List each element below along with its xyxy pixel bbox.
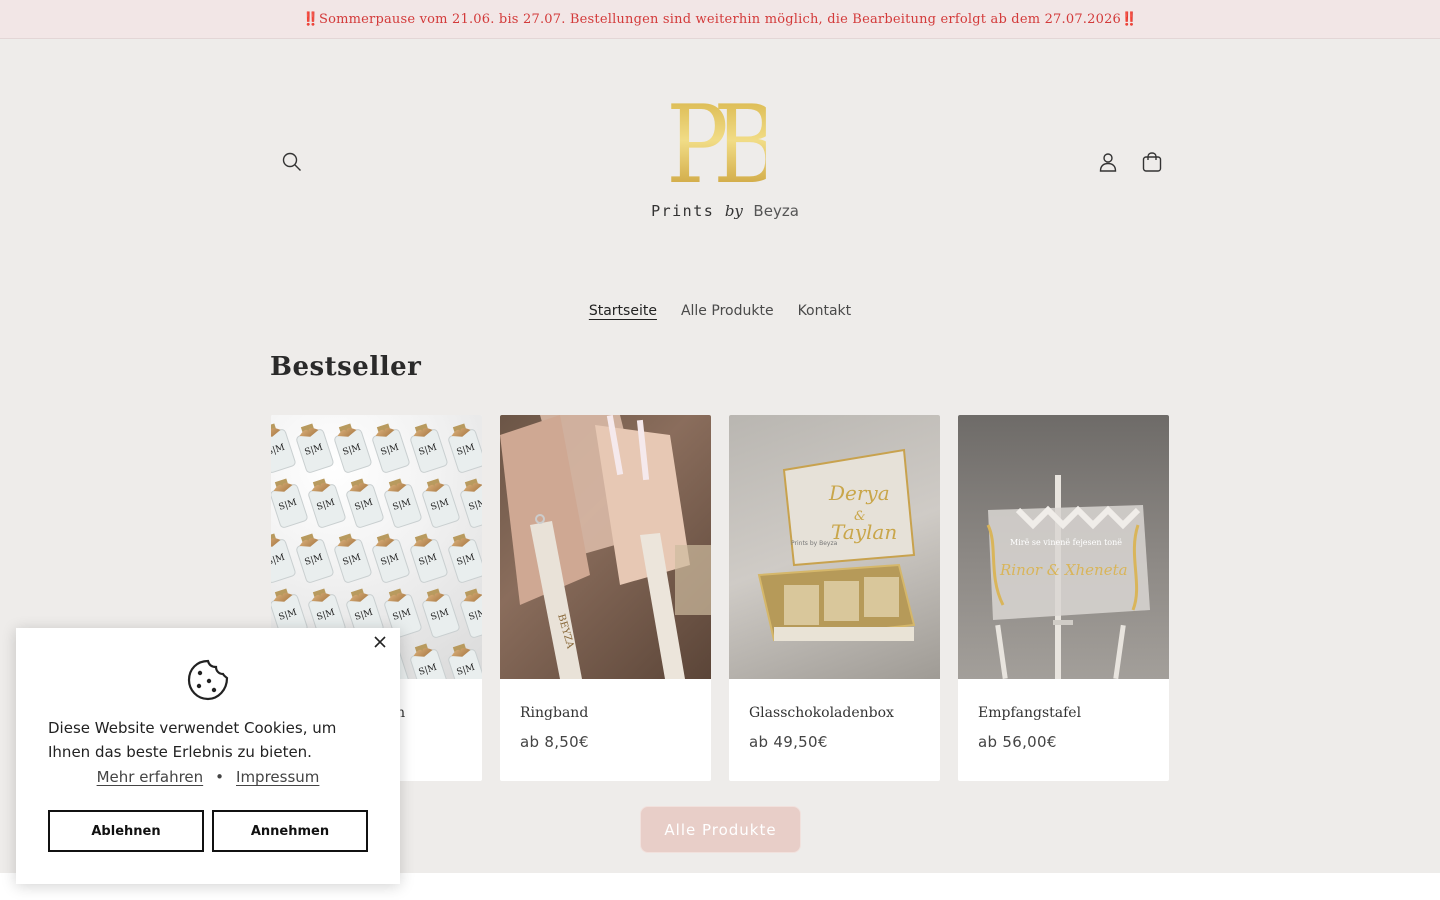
product-price: ab 49,50€ xyxy=(749,733,828,751)
main-nav: Startseite Alle Produkte Kontakt xyxy=(0,303,1440,319)
cart-icon[interactable] xyxy=(1138,148,1166,176)
product-card[interactable]: Derya & Taylan Prints by Beyza Glasschok… xyxy=(729,415,940,781)
bottle-shape: S|M xyxy=(410,533,448,583)
bottle-shape: S|M xyxy=(460,588,482,638)
account-icon[interactable] xyxy=(1094,148,1122,176)
decline-button[interactable]: Ablehnen xyxy=(48,810,204,852)
product-card[interactable]: BEYZA Ringband ab 8,50€ xyxy=(500,415,711,781)
learn-more-link[interactable]: Mehr erfahren xyxy=(97,768,204,786)
cookie-message: Diese Website verwendet Cookies, um Ihne… xyxy=(48,719,337,761)
bottle-shape: S|M xyxy=(410,643,448,679)
box-name-2: Taylan xyxy=(831,520,897,544)
logo-mark: PB xyxy=(666,83,781,208)
bottle-shape: S|M xyxy=(372,423,410,473)
announcement-bar: ‼️ Sommerpause vom 21.06. bis 27.07. Bes… xyxy=(0,0,1440,39)
accept-button[interactable]: Annehmen xyxy=(212,810,368,852)
bottle-shape: S|M xyxy=(384,478,422,528)
bottle-shape: S|M xyxy=(271,533,296,583)
product-image: Mirë se vinenë fejesen tonë Rinor & Xhen… xyxy=(958,415,1169,679)
product-title: Glasschokoladenbox xyxy=(749,705,894,721)
bottle-shape: S|M xyxy=(334,533,372,583)
link-separator: • xyxy=(215,768,225,786)
bottle-shape: S|M xyxy=(422,478,460,528)
announcement-mark-left: ‼️ xyxy=(302,11,319,27)
tafel-names: Rinor & Xheneta xyxy=(999,561,1128,579)
bottle-shape: S|M xyxy=(448,643,482,679)
tafel-line-1: Mirë se vinenë fejesen tonë xyxy=(1010,538,1122,547)
bottle-shape: S|M xyxy=(346,478,384,528)
product-grid: S|M S|M S|M S|M S|M S|M S|M S|M S|M S|M S|M S|M S|M S… xyxy=(271,415,1169,781)
bottle-shape: S|M xyxy=(271,478,308,528)
announcement-text: Sommerpause vom 21.06. bis 27.07. Bestel… xyxy=(318,11,1122,27)
nav-item-alle-produkte[interactable]: Alle Produkte xyxy=(681,303,774,319)
nav-item-startseite[interactable]: Startseite xyxy=(589,303,657,319)
product-title: Ringband xyxy=(520,705,589,721)
bottle-shape: S|M xyxy=(296,423,334,473)
bottle-shape: S|M xyxy=(448,533,482,583)
box-name-1: Derya xyxy=(828,481,890,505)
box-small-label: Prints by Beyza xyxy=(791,540,838,547)
cookie-banner: Diese Website verwendet Cookies, um Ihne… xyxy=(16,628,400,884)
close-icon[interactable] xyxy=(372,634,388,650)
bottle-shape: S|M xyxy=(372,533,410,583)
bottle-shape: S|M xyxy=(460,478,482,528)
bottle-shape: S|M xyxy=(308,478,346,528)
product-image: BEYZA xyxy=(500,415,711,679)
product-price: ab 8,50€ xyxy=(520,733,589,751)
store-logo[interactable]: PB Prints by Beyza xyxy=(640,92,810,232)
product-price: ab 56,00€ xyxy=(978,733,1057,751)
cookie-icon xyxy=(187,659,229,701)
bottle-shape: S|M xyxy=(271,423,296,473)
bottle-shape: S|M xyxy=(422,588,460,638)
product-image: Derya & Taylan Prints by Beyza xyxy=(729,415,940,679)
product-card[interactable]: Mirë se vinenë fejesen tonë Rinor & Xhen… xyxy=(958,415,1169,781)
bottle-shape: S|M xyxy=(334,423,372,473)
announcement-mark-right: ‼️ xyxy=(1121,11,1138,27)
bottle-shape: S|M xyxy=(410,423,448,473)
product-title: Empfangstafel xyxy=(978,705,1082,721)
all-products-button[interactable]: Alle Produkte xyxy=(640,806,801,853)
imprint-link[interactable]: Impressum xyxy=(236,768,319,786)
cookie-links: Mehr erfahren • Impressum xyxy=(16,768,400,786)
search-icon[interactable] xyxy=(278,148,306,176)
bottle-shape: S|M xyxy=(296,533,334,583)
section-title: Bestseller xyxy=(270,352,422,382)
nav-item-kontakt[interactable]: Kontakt xyxy=(798,303,852,319)
bottle-shape: S|M xyxy=(448,423,482,473)
